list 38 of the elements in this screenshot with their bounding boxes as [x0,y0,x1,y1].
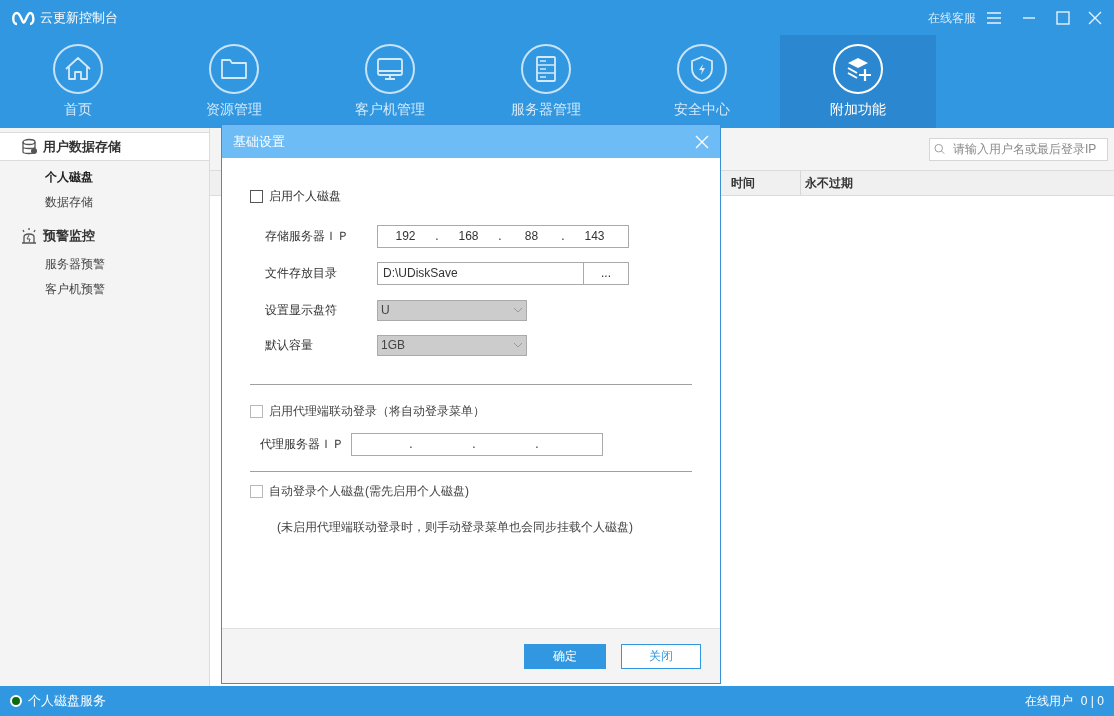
menu-icon[interactable] [986,10,1002,25]
field-label: 设置显示盘符 [265,302,338,319]
online-users-label: 在线用户 [1024,693,1073,710]
address-octets-field[interactable]: 192 . 168 . 88 . 143 [377,224,629,248]
field-label: 文件存放目录 [265,265,338,282]
sidebar-item[interactable]: 数据存储 [0,190,209,215]
column-header[interactable]: 永不过期 [805,174,853,192]
checkbox-label: 启用个人磁盘 [269,188,341,205]
column-header[interactable]: 时间 [731,174,755,192]
window-title: 云更新控制台 [40,8,118,27]
close-icon[interactable] [1088,10,1102,25]
path-field[interactable]: D:\UDiskSave [377,261,584,285]
sidebar-item[interactable]: 个人磁盘 [0,165,209,190]
maximize-icon[interactable] [1056,10,1070,25]
logo-icon [10,9,36,26]
dialog-title: 基础设置 [233,132,286,151]
field-label: 代理服务器ＩＰ [260,436,345,453]
address-octets-field[interactable]: . . . [351,432,603,456]
chevron-down-icon [513,342,523,348]
sidebar-item[interactable]: 服务器预警 [0,252,209,277]
browse-button[interactable]: ... [584,261,629,285]
sidebar-item[interactable]: 客户机预警 [0,277,209,302]
alarm-light-icon [20,226,38,245]
sidebar-group[interactable]: 用户数据存储 [0,132,209,161]
online-users-count: 0 | 0 [1080,693,1104,710]
database-icon [20,137,38,156]
checkbox[interactable] [250,189,263,203]
chevron-down-icon [513,307,523,313]
field-label: 默认容量 [265,337,314,354]
checkbox-label: 启用代理端联动登录（将自动登录菜单） [269,403,485,420]
status-text: 个人磁盘服务 [28,692,106,711]
sidebar-group[interactable]: 预警监控 [0,221,209,250]
note-text: (未启用代理端联动登录时，则手动登录菜单也会同步挂载个人磁盘) [276,519,634,536]
search-icon [934,142,945,156]
checkbox-label: 自动登录个人磁盘(需先启用个人磁盘) [269,483,469,500]
field-label: 存储服务器ＩＰ [265,228,350,245]
search-field[interactable]: 请输入用户名或最后登录IP [929,137,1108,161]
nav-tab[interactable]: 附加功能 [780,35,936,128]
